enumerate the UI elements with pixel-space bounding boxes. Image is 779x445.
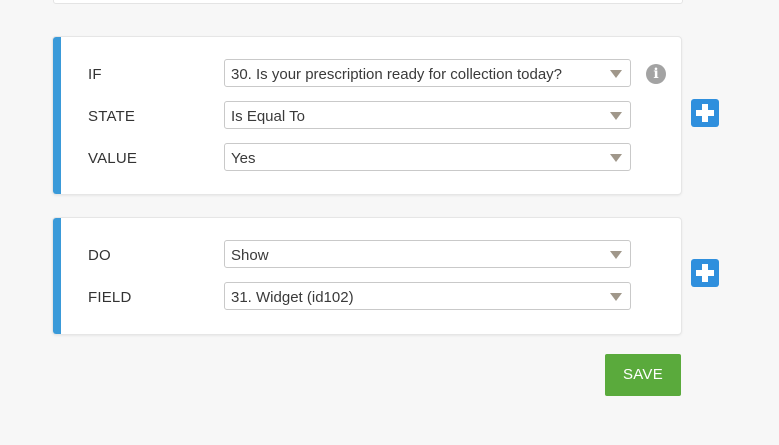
do-select[interactable]: Show xyxy=(224,240,631,268)
field-row: FIELD 31. Widget (id102) xyxy=(53,282,681,312)
plus-icon-vertical xyxy=(702,264,708,282)
if-row: IF 30. Is your prescription ready for co… xyxy=(53,59,681,89)
if-question-select[interactable]: 30. Is your prescription ready for colle… xyxy=(224,59,631,87)
state-label: STATE xyxy=(88,108,136,125)
value-select[interactable]: Yes xyxy=(224,143,631,171)
state-select[interactable]: Is Equal To xyxy=(224,101,631,129)
previous-card-edge xyxy=(53,0,683,4)
plus-icon-vertical xyxy=(702,104,708,122)
condition-card: IF 30. Is your prescription ready for co… xyxy=(53,37,681,194)
card-accent-bar xyxy=(53,218,61,334)
state-row: STATE Is Equal To xyxy=(53,101,681,131)
action-card: DO Show FIELD 31. Widget (id102) xyxy=(53,218,681,334)
field-label: FIELD xyxy=(88,289,132,306)
field-select[interactable]: 31. Widget (id102) xyxy=(224,282,631,310)
save-button[interactable]: SAVE xyxy=(605,354,681,396)
if-question-value: 30. Is your prescription ready for colle… xyxy=(231,66,563,83)
chevron-down-icon xyxy=(610,70,622,78)
chevron-down-icon xyxy=(610,251,622,259)
info-icon[interactable]: i xyxy=(646,64,666,84)
field-value: 31. Widget (id102) xyxy=(231,289,354,306)
if-label: IF xyxy=(88,66,102,83)
value-value: Yes xyxy=(231,150,256,167)
do-label: DO xyxy=(88,247,111,264)
chevron-down-icon xyxy=(610,293,622,301)
value-row: VALUE Yes xyxy=(53,143,681,173)
state-value: Is Equal To xyxy=(231,108,305,125)
chevron-down-icon xyxy=(610,154,622,162)
do-value: Show xyxy=(231,247,269,264)
add-condition-button[interactable] xyxy=(691,99,719,127)
chevron-down-icon xyxy=(610,112,622,120)
do-row: DO Show xyxy=(53,240,681,270)
add-action-button[interactable] xyxy=(691,259,719,287)
value-label: VALUE xyxy=(88,150,138,167)
